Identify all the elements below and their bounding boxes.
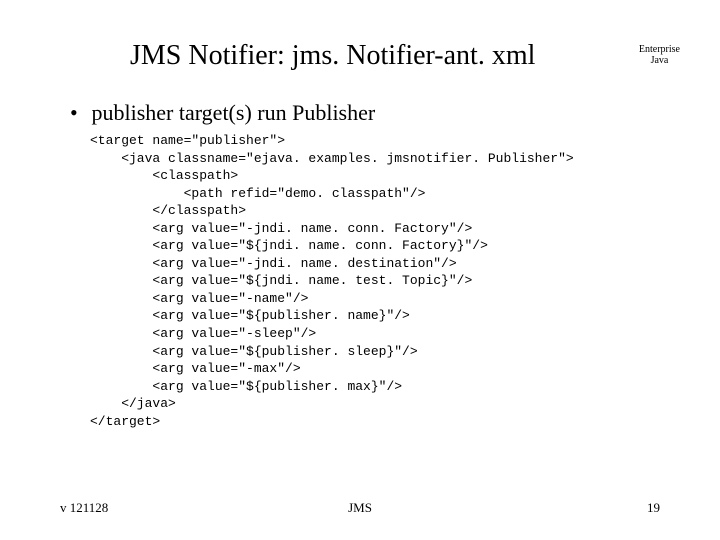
code-line: </java> — [90, 396, 176, 411]
code-line: <path refid="demo. classpath"/> — [90, 186, 425, 201]
code-line: <arg value="-name"/> — [90, 291, 308, 306]
code-line: <target name="publisher"> — [90, 133, 285, 148]
code-line: </classpath> — [90, 203, 246, 218]
footer-center: JMS — [348, 500, 372, 516]
corner-line-2: Java — [639, 55, 680, 66]
code-line: <arg value="${publisher. name}"/> — [90, 308, 410, 323]
corner-line-1: Enterprise — [639, 44, 680, 55]
footer-page: 19 — [647, 500, 660, 516]
code-line: <java classname="ejava. examples. jmsnot… — [90, 151, 574, 166]
code-line: <arg value="${publisher. sleep}"/> — [90, 344, 418, 359]
bullet-marker: • — [70, 100, 86, 126]
code-line: <arg value="-sleep"/> — [90, 326, 316, 341]
code-line: </target> — [90, 414, 160, 429]
code-line: <classpath> — [90, 168, 238, 183]
corner-label: Enterprise Java — [639, 44, 680, 66]
slide-title: JMS Notifier: jms. Notifier-ant. xml — [60, 40, 535, 72]
footer-version: v 121128 — [60, 500, 108, 516]
code-line: <arg value="-jndi. name. destination"/> — [90, 256, 457, 271]
code-line: <arg value="${jndi. name. conn. Factory}… — [90, 238, 488, 253]
code-line: <arg value="-jndi. name. conn. Factory"/… — [90, 221, 472, 236]
slide: JMS Notifier: jms. Notifier-ant. xml Ent… — [0, 0, 720, 540]
footer: v 121128 JMS 19 — [60, 500, 660, 516]
code-line: <arg value="-max"/> — [90, 361, 301, 376]
header-row: JMS Notifier: jms. Notifier-ant. xml Ent… — [60, 40, 660, 72]
code-block: <target name="publisher"> <java classnam… — [60, 132, 660, 430]
bullet-text: publisher target(s) run Publisher — [92, 100, 376, 125]
bullet-item: • publisher target(s) run Publisher — [60, 100, 660, 126]
code-line: <arg value="${publisher. max}"/> — [90, 379, 402, 394]
code-line: <arg value="${jndi. name. test. Topic}"/… — [90, 273, 472, 288]
